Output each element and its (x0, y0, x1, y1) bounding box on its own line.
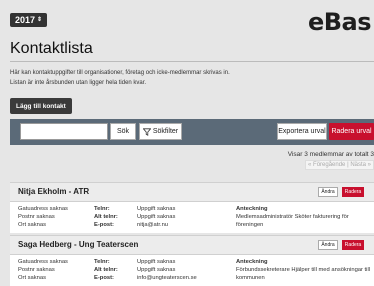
field-values-column: Uppgift saknas Uppgift saknas info@ungte… (137, 258, 197, 282)
note-label: Anteckning (236, 259, 268, 265)
add-contact-button[interactable]: Lägg till kontakt (10, 98, 72, 114)
city: Ort saknas (18, 275, 47, 281)
prev-page-link[interactable]: « Föregående (308, 162, 345, 168)
city: Ort saknas (18, 222, 47, 228)
brand-logo: eBas (307, 8, 372, 36)
phone-label: Telnr: (94, 259, 110, 265)
year-select[interactable]: 2017 ⇕ (10, 13, 48, 27)
address-column: Gatuadress saknas Postnr saknas Ort sakn… (18, 205, 68, 229)
next-page-link[interactable]: Nästa » (350, 162, 371, 168)
contact-card-body: Gatuadress saknas Postnr saknas Ort sakn… (10, 202, 374, 233)
contact-card-body: Gatuadress saknas Postnr saknas Ort sakn… (10, 255, 374, 286)
street-address: Gatuadress saknas (18, 259, 68, 265)
delete-contact-button[interactable]: Radera (342, 240, 364, 250)
postal-code: Postnr saknas (18, 267, 55, 273)
edit-contact-button[interactable]: Ändra (318, 240, 338, 250)
field-values-column: Uppgift saknas Uppgift saknas nitja@atr.… (137, 205, 175, 229)
search-filter-button[interactable]: Sökfilter (139, 123, 182, 140)
phone-value: Uppgift saknas (137, 206, 176, 212)
delete-contact-button[interactable]: Radera (342, 187, 364, 197)
contact-card-header: Saga Hedberg - Ung Teaterscen Ändra Rade… (10, 235, 374, 255)
delete-selection-button[interactable]: Radera urval (329, 123, 374, 140)
alt-phone-value: Uppgift saknas (137, 214, 176, 220)
field-labels-column: Telnr: Alt telnr: E-post: (94, 258, 118, 282)
page-title: Kontaktlista (10, 40, 93, 57)
contact-card: Saga Hedberg - Ung Teaterscen Ändra Rade… (10, 235, 374, 286)
field-labels-column: Telnr: Alt telnr: E-post: (94, 205, 118, 229)
phone-label: Telnr: (94, 206, 110, 212)
year-value: 2017 (15, 15, 36, 25)
phone-value: Uppgift saknas (137, 259, 176, 265)
email-label: E-post: (94, 275, 114, 281)
search-input[interactable] (20, 123, 108, 140)
note-label: Anteckning (236, 206, 268, 212)
note-column: Anteckning Medlemsadministratör Sköter f… (236, 205, 374, 229)
alt-phone-label: Alt telnr: (94, 267, 118, 273)
updown-caret-icon: ⇕ (37, 17, 43, 23)
filter-panel: Sök Sökfilter Exportera urval Radera urv… (10, 119, 374, 145)
contact-name: Saga Hedberg - Ung Teaterscen (18, 240, 139, 249)
results-count: Visar 3 medlemmar av totalt 3 (287, 151, 374, 158)
page-description-2: Listan är inte årsbunden utan ligger hel… (10, 80, 147, 86)
email-label: E-post: (94, 222, 114, 228)
postal-code: Postnr saknas (18, 214, 55, 220)
note-text: Medlemsadministratör Sköter fakturering … (236, 214, 349, 228)
alt-phone-label: Alt telnr: (94, 214, 118, 220)
email-value: info@ungteaterscen.se (137, 275, 197, 281)
search-button[interactable]: Sök (110, 123, 136, 140)
contact-name: Nitja Ekholm - ATR (18, 187, 90, 196)
page-description-1: Här kan kontaktuppgifter till organisati… (10, 70, 230, 76)
email-value: nitja@atr.nu (137, 222, 169, 228)
search-filter-label: Sökfilter (152, 128, 179, 135)
street-address: Gatuadress saknas (18, 206, 68, 212)
note-column: Anteckning Förbundssekreterare Hjälper t… (236, 258, 374, 282)
export-selection-button[interactable]: Exportera urval (277, 123, 327, 140)
pagination: « Föregående | Nästa » (305, 160, 374, 170)
edit-contact-button[interactable]: Ändra (318, 187, 338, 197)
title-divider (10, 61, 374, 62)
funnel-icon (142, 127, 151, 136)
address-column: Gatuadress saknas Postnr saknas Ort sakn… (18, 258, 68, 282)
contact-card-header: Nitja Ekholm - ATR Ändra Radera (10, 182, 374, 202)
alt-phone-value: Uppgift saknas (137, 267, 176, 273)
contact-card: Nitja Ekholm - ATR Ändra Radera Gatuadre… (10, 182, 374, 233)
